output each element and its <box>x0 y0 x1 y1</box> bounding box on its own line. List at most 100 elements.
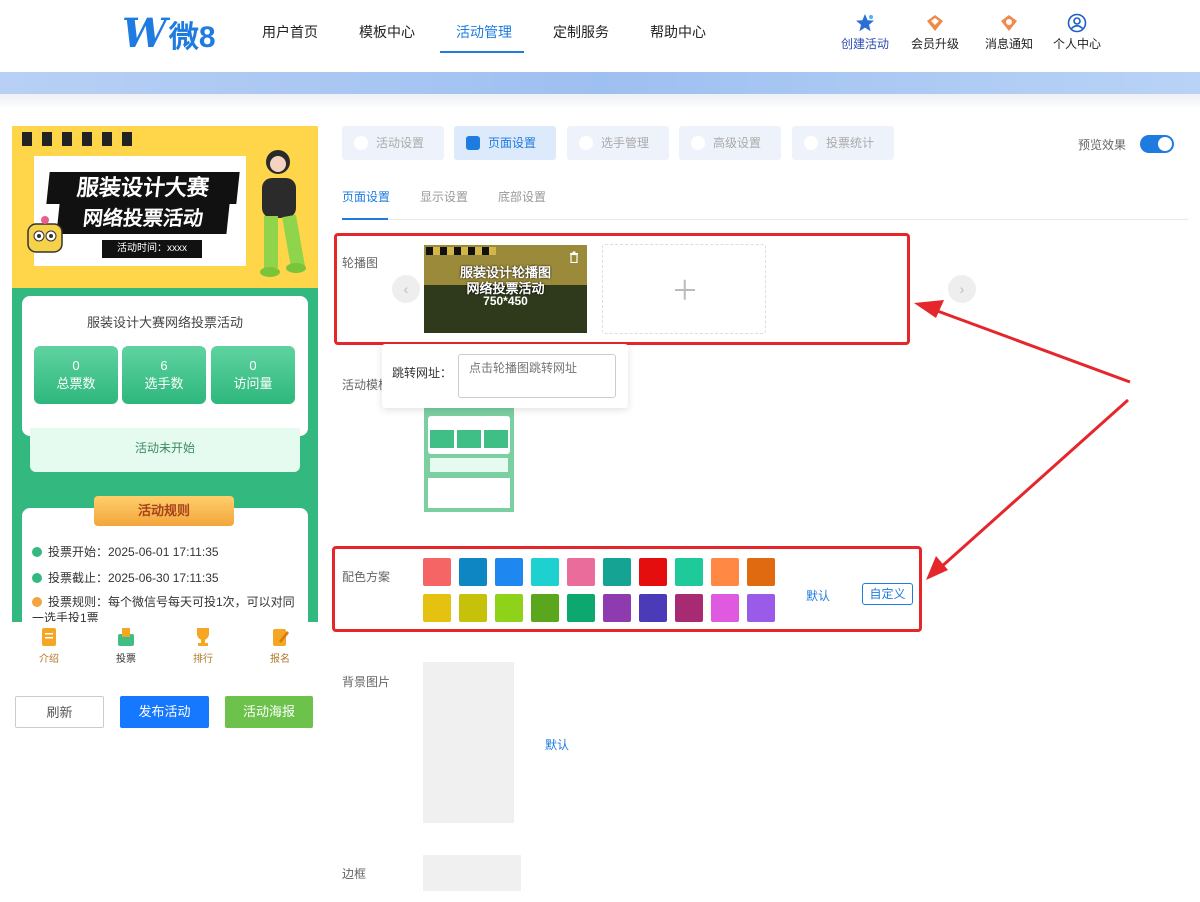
ballot-box-icon <box>118 628 134 646</box>
preview-banner-title-1: 服装设计大赛 <box>46 172 240 204</box>
logo-w-mark: W <box>122 10 167 57</box>
subtab-divider <box>342 219 1188 220</box>
tab-page-settings[interactable]: 页面设置 <box>454 126 556 160</box>
background-image-upload[interactable] <box>423 662 514 823</box>
nav-activity-management[interactable]: 活动管理 <box>456 22 512 42</box>
link-url-label: 跳转网址： <box>392 366 453 380</box>
tab-intro[interactable]: 介绍 <box>24 626 74 665</box>
mascot-illustration <box>27 216 63 253</box>
stat-label: 访问量 <box>233 376 273 391</box>
checker-decoration <box>22 132 132 146</box>
subtab-display-settings[interactable]: 显示设置 <box>420 188 468 205</box>
nav-user-home[interactable]: 用户首页 <box>262 22 318 42</box>
clock-icon <box>32 547 42 557</box>
refresh-button[interactable]: 刷新 <box>15 696 104 728</box>
profile-label: 个人中心 <box>1052 37 1101 51</box>
arrow-head <box>926 556 948 580</box>
heart-icon <box>354 136 368 150</box>
rule-vote-end: 投票截止：2025-06-30 17:11:35 <box>32 569 219 586</box>
border-label: 边框 <box>342 867 367 881</box>
activity-stats-card: 服装设计大赛网络投票活动 0 总票数 6 选手数 0 访问量 <box>22 296 308 436</box>
publish-activity-button[interactable]: 发布活动 <box>120 696 209 728</box>
subtab-active-underline <box>342 218 388 220</box>
person-icon <box>579 136 593 150</box>
stat-label: 选手数 <box>144 376 184 391</box>
preview-toggle[interactable] <box>1140 135 1174 153</box>
border-upload[interactable] <box>423 855 521 891</box>
stat-value: 6 <box>160 358 168 373</box>
mobile-preview: 服装设计大赛 网络投票活动 活动时间：xxxx 服装设计大赛网络投票活动 0 总… <box>12 126 318 622</box>
bell-icon <box>1001 15 1017 31</box>
rule-vote-rule: 投票规则：每个微信号每天可投1次，可以对同一选手投1票 <box>32 595 295 622</box>
stat-visits: 0 访问量 <box>211 346 295 404</box>
nav-active-underline <box>440 51 524 53</box>
trophy-icon <box>197 628 209 646</box>
background-image-label: 背景图片 <box>342 675 391 689</box>
arrow-head <box>914 300 944 318</box>
activity-status: 活动未开始 <box>30 428 300 472</box>
tab-signup-label: 报名 <box>270 654 290 665</box>
user-icon <box>1067 13 1087 33</box>
activity-name: 服装设计大赛网络投票活动 <box>86 315 243 330</box>
member-upgrade-button[interactable]: 会员升级 <box>905 13 965 52</box>
rules-title: 活动规则 <box>94 496 234 526</box>
highlight-color-box <box>332 546 922 632</box>
tab-ranking[interactable]: 排行 <box>178 626 228 665</box>
tab-vote[interactable]: 投票 <box>101 626 151 665</box>
preview-label: 预览效果 <box>1078 138 1127 152</box>
header-decor-band <box>0 72 1200 94</box>
chevron-right-icon: › <box>959 281 965 297</box>
stat-contestants: 6 选手数 <box>122 346 206 404</box>
tab-activity-settings[interactable]: 活动设置 <box>342 126 444 160</box>
star-icon <box>856 14 874 32</box>
highlight-carousel-box <box>334 233 910 345</box>
clock-icon <box>32 573 42 583</box>
tab-contestant-management[interactable]: 选手管理 <box>567 126 669 160</box>
tab-advanced-settings[interactable]: 高级设置 <box>679 126 781 160</box>
subtab-page-settings[interactable]: 页面设置 <box>342 188 390 205</box>
link-popover: 跳转网址： <box>382 344 628 408</box>
logo-text: 微8 <box>168 21 216 54</box>
settings-icon <box>691 136 705 150</box>
preview-banner-title-2: 网络投票活动 <box>56 204 230 234</box>
nav-template-center[interactable]: 模板中心 <box>359 22 415 42</box>
tab-vote-label: 投票 <box>116 654 136 665</box>
notifications-button[interactable]: 消息通知 <box>979 13 1039 52</box>
document-icon <box>42 628 56 646</box>
tab-vote-statistics[interactable]: 投票统计 <box>792 126 894 160</box>
character-illustration <box>260 150 306 277</box>
stat-label: 总票数 <box>56 376 96 391</box>
stat-total-votes: 0 总票数 <box>34 346 118 404</box>
tab-ranking-label: 排行 <box>193 654 213 665</box>
preview-banner-time: 活动时间：xxxx <box>102 240 202 258</box>
edit-icon <box>273 629 289 646</box>
nav-custom-service[interactable]: 定制服务 <box>553 22 609 42</box>
member-upgrade-label: 会员升级 <box>910 37 959 51</box>
nav-help-center[interactable]: 帮助中心 <box>650 22 706 42</box>
arrow-to-colors <box>939 398 1129 570</box>
profile-button[interactable]: 个人中心 <box>1047 13 1107 52</box>
rule-vote-start: 投票开始：2025-06-01 17:11:35 <box>32 543 219 560</box>
info-icon <box>32 597 42 607</box>
preview-tabbar: 介绍 投票 排行 报名 <box>12 622 318 670</box>
stat-value: 0 <box>249 358 257 373</box>
arrow-to-carousel <box>931 307 1131 384</box>
activity-poster-button[interactable]: 活动海报 <box>225 696 313 728</box>
template-thumbnail[interactable] <box>424 408 514 524</box>
subtab-footer-settings[interactable]: 底部设置 <box>498 188 546 205</box>
stat-value: 0 <box>72 358 80 373</box>
background-default-button[interactable]: 默认 <box>545 736 569 753</box>
link-url-input[interactable] <box>458 354 616 398</box>
stats-icon <box>804 136 818 150</box>
create-activity-button[interactable]: 创建活动 <box>835 13 895 52</box>
carousel-next-button[interactable]: › <box>948 275 976 303</box>
notifications-label: 消息通知 <box>984 37 1033 51</box>
top-navbar: W 微8 用户首页 模板中心 活动管理 定制服务 帮助中心 创建活动 会员升级 … <box>0 0 1200 72</box>
crown-icon <box>927 15 943 31</box>
tab-signup[interactable]: 报名 <box>255 626 305 665</box>
create-activity-label: 创建活动 <box>840 37 889 51</box>
layout-icon <box>466 136 480 150</box>
logo[interactable]: W 微8 <box>122 12 216 56</box>
header-shadow <box>0 94 1200 110</box>
tab-intro-label: 介绍 <box>39 654 59 665</box>
